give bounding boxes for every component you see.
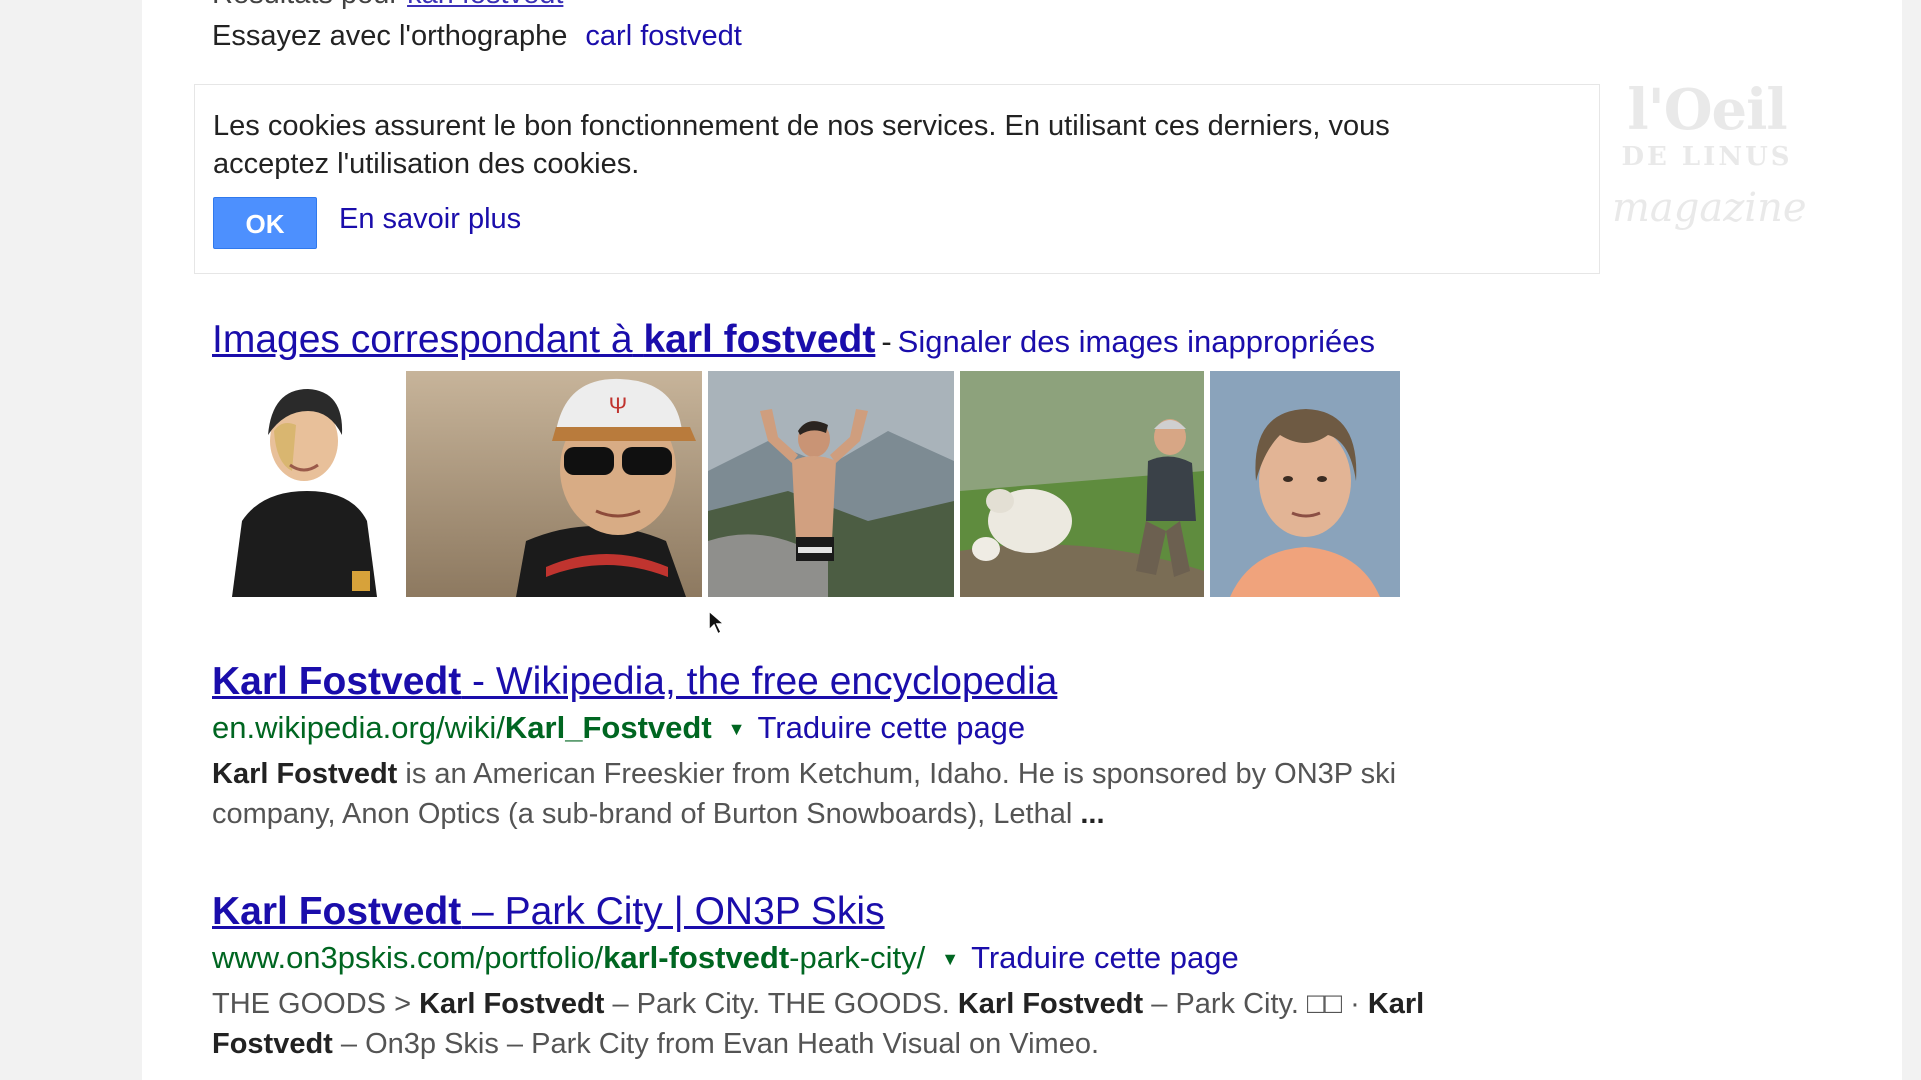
report-images-link[interactable]: Signaler des images inappropriées (898, 324, 1375, 359)
snippet-text: THE GOODS > (212, 988, 420, 1020)
result-url: www.on3pskis.com/portfolio/karl-fostvedt… (212, 940, 1512, 976)
image-results-link-query: karl fostvedt (643, 318, 876, 361)
snippet-text: – Park City. THE GOODS. (604, 988, 958, 1020)
translate-page-link[interactable]: Traduire cette page (757, 710, 1025, 745)
image-thumbnail[interactable] (708, 371, 954, 597)
results-for-query-link[interactable]: karl fostvedt (407, 0, 563, 10)
blue-background-portrait-image (1210, 371, 1400, 597)
result-title-rest: – Park City | ON3P Skis (461, 890, 885, 933)
spelling-suggestion-link[interactable]: carl fostvedt (585, 20, 741, 52)
translate-page-link[interactable]: Traduire cette page (971, 940, 1239, 975)
image-results-heading: Images correspondant à karl fostvedt - Sig… (212, 318, 1375, 362)
heading-separator: - (881, 324, 892, 359)
spelling-suggestion: Essayez avec l'orthographe carl fostvedt (212, 20, 742, 53)
watermark-line-1: l'Oeil (1627, 77, 1787, 143)
svg-text:Ψ: Ψ (609, 393, 627, 418)
result-url: en.wikipedia.org/wiki/Karl_Fostvedt ▼ Trad… (212, 710, 1512, 746)
result-url-suffix: -park-city/ (789, 940, 926, 975)
result-title-bold: Karl Fostvedt (212, 890, 462, 933)
result-url-prefix: en.wikipedia.org/wiki/ (212, 710, 505, 745)
watermark-line-2: DE LINUS (1621, 142, 1793, 172)
result-url-prefix: www.on3pskis.com/portfolio/ (212, 940, 604, 975)
cookie-ok-button[interactable]: OK (213, 197, 317, 249)
image-thumbnail[interactable] (1210, 371, 1400, 597)
sheep-hike-photo-image (960, 371, 1204, 597)
result-title-link[interactable]: Karl Fostvedt – Park City | ON3P Skis (212, 890, 1512, 934)
result-title-rest: - Wikipedia, the free encyclopedia (461, 660, 1058, 703)
snippet-bold: Karl Fostvedt (419, 988, 605, 1020)
result-options-caret-icon[interactable]: ▼ (941, 949, 959, 969)
result-title-bold: Karl Fostvedt (212, 660, 462, 703)
result-options-caret-icon[interactable]: ▼ (728, 719, 746, 739)
search-result: Karl Fostvedt – Park City | ON3P Skis ww… (212, 890, 1512, 1064)
results-for-line: Résultats pour karl fostvedt (212, 0, 563, 11)
cookie-notice-text: Les cookies assurent le bon fonctionneme… (213, 110, 1390, 180)
result-snippet: Karl Fostvedt is an American Freeskier f… (212, 754, 1512, 834)
snippet-bold: Karl Fostvedt (212, 758, 398, 790)
cap-sunglasses-portrait-image: Ψ (406, 371, 702, 597)
search-results-page: Résultats pour karl fostvedt Essayez ave… (142, 0, 1902, 1080)
spelling-suggestion-label: Essayez avec l'orthographe (212, 20, 568, 52)
mouse-pointer-icon (708, 610, 726, 636)
snippet-bold: ... (1080, 798, 1105, 830)
snippet-text: – On3p Skis – Park City from Evan Heath … (332, 1028, 1100, 1060)
snippet-bold: Karl Fostvedt (957, 988, 1144, 1020)
helmet-portrait-image (212, 371, 400, 597)
results-for-label: Résultats pour (212, 0, 399, 10)
cookie-learn-more-link[interactable]: En savoir plus (339, 203, 521, 236)
image-thumbnail[interactable]: Ψ (406, 371, 702, 597)
search-result: Karl Fostvedt - Wikipedia, the free ency… (212, 660, 1512, 834)
result-url-bold: karl-fostvedt (603, 940, 790, 975)
result-snippet: THE GOODS > Karl Fostvedt – Park City. T… (212, 984, 1512, 1064)
result-url-bold: Karl_Fostvedt (504, 710, 712, 745)
snippet-text: – Park City. □□ · (1143, 988, 1368, 1020)
result-title-link[interactable]: Karl Fostvedt - Wikipedia, the free ency… (212, 660, 1512, 704)
image-results-link-prefix: Images correspondant à (212, 318, 633, 361)
image-thumbnail[interactable] (212, 371, 400, 597)
mountain-flex-photo-image (708, 371, 954, 597)
watermark-line-3: magazine (1612, 185, 1807, 231)
image-results-link[interactable]: Images correspondant à karl fostvedt (212, 318, 875, 361)
image-thumbnail[interactable] (960, 371, 1204, 597)
watermark-logo: l'Oeil DE LINUS magazine (1612, 77, 1807, 252)
cookie-notice: Les cookies assurent le bon fonctionneme… (194, 84, 1600, 274)
